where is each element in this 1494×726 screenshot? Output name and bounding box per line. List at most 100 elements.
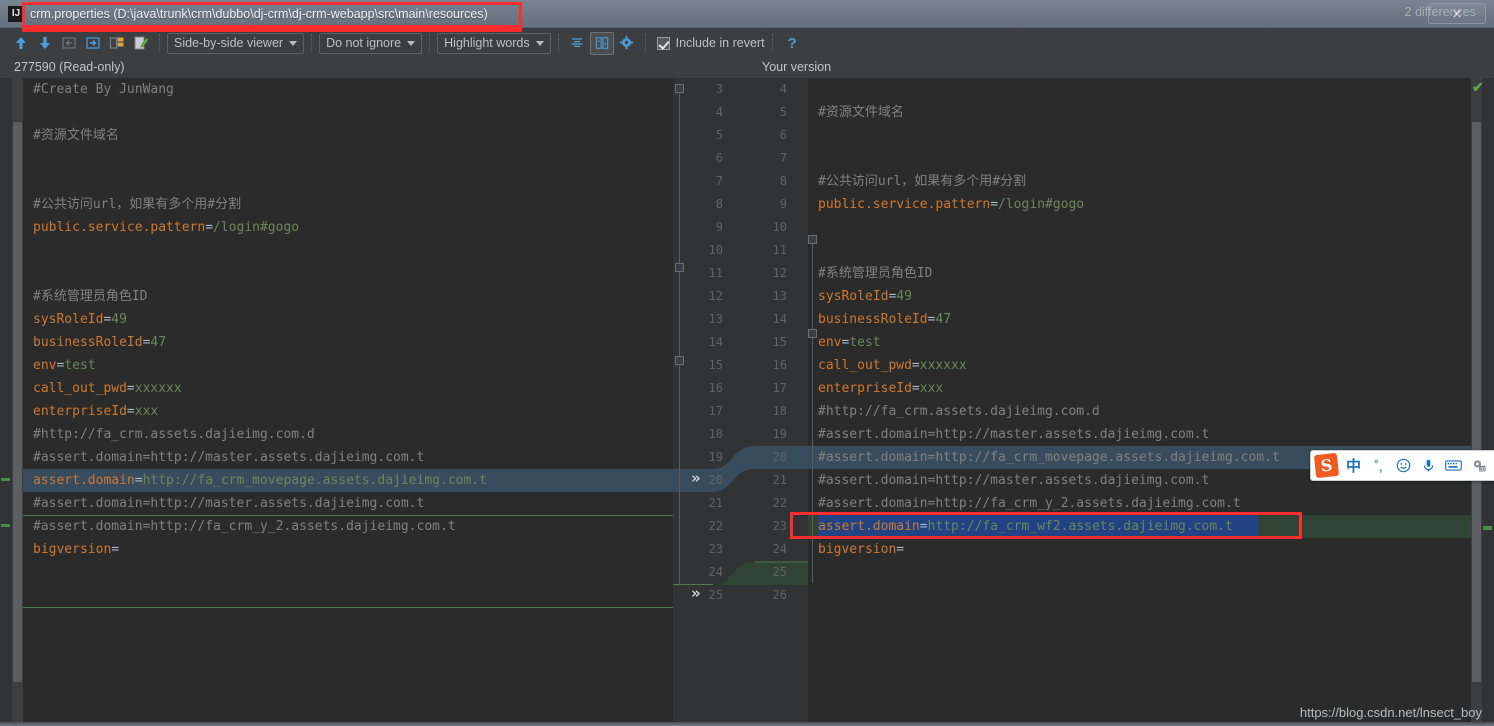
code-token: http://fa_crm_wf2.assets.dajieimg.com.t [927, 519, 1233, 534]
toolbar-separator [644, 34, 646, 52]
code-line: #系统管理员角色ID [23, 285, 147, 308]
collapse-unchanged-icon[interactable] [566, 32, 588, 54]
toolbar-separator [429, 34, 431, 52]
code-line: enterpriseId=xxx [23, 400, 158, 423]
code-token: test [849, 335, 881, 350]
right-line-number: 12 [772, 266, 787, 280]
code-line: sysRoleId=49 [808, 285, 912, 308]
edit-source-icon[interactable] [130, 32, 152, 54]
next-difference-icon[interactable] [34, 32, 56, 54]
right-line-number: 26 [772, 588, 787, 602]
code-token: #http://fa_crm.assets.dajieimg.com.d [33, 427, 315, 442]
right-line-number: 19 [772, 427, 787, 441]
ignore-policy-dropdown[interactable]: Do not ignore [319, 32, 423, 54]
fold-region-line [812, 338, 813, 583]
right-marker-stripe[interactable] [1482, 78, 1494, 726]
code-line: businessRoleId=47 [23, 331, 166, 354]
emoji-icon[interactable] [1394, 455, 1413, 477]
code-line: #资源文件域名 [23, 124, 119, 147]
viewer-mode-dropdown[interactable]: Side-by-side viewer [167, 32, 305, 54]
left-line-number: 4 [715, 105, 723, 119]
diff-gutter[interactable]: 3 4 5 6 7 8 9 10 11 12 13 14 15 16 17 18 19 20 21 22 23 24 25 4… [673, 78, 808, 726]
code-token: businessRoleId [818, 312, 928, 327]
code-line: #assert.domain=http://master.assets.daji… [23, 446, 424, 469]
code-token: #assert.domain=http://master.assets.daji… [33, 496, 425, 511]
help-icon[interactable]: ? [788, 35, 797, 52]
toolbar-separator [159, 34, 160, 52]
right-line-number: 16 [772, 358, 787, 372]
settings-gear-icon[interactable] [616, 32, 638, 54]
fold-region-line [679, 93, 680, 263]
highlight-policy-label: Highlight words [444, 36, 530, 50]
left-editor-pane[interactable]: #Create By JunWang #资源文件域名 #公共访问url，如果有多个用… [23, 78, 673, 726]
code-token: env [818, 335, 842, 350]
left-line-number: 16 [708, 381, 723, 395]
code-token: assert.domain [33, 473, 135, 488]
code-token: #http://fa_crm.assets.dajieimg.com.d [818, 404, 1100, 419]
code-token: businessRoleId [33, 335, 143, 350]
code-line: assert.domain=http://fa_crm_wf2.assets.d… [808, 515, 1233, 538]
left-line-number: 19 [708, 450, 723, 464]
previous-difference-icon[interactable] [10, 32, 32, 54]
fold-marker-icon[interactable] [675, 84, 684, 93]
fold-marker-icon[interactable] [675, 263, 684, 272]
compare-files-icon[interactable] [106, 32, 128, 54]
code-token: #assert.domain=http://fa_crm_y_2.assets.… [33, 519, 456, 534]
left-scrollbar-thumb[interactable] [13, 122, 22, 682]
window-bottom-edge [0, 722, 1494, 726]
watermark-text: https://blog.csdn.net/lnsect_boy [1299, 705, 1482, 720]
sogou-logo-icon[interactable]: S [1313, 452, 1340, 479]
apply-right-icon[interactable] [82, 32, 104, 54]
include-in-revert-checkbox[interactable]: Include in revert [656, 36, 765, 50]
code-line: businessRoleId=47 [808, 308, 951, 331]
include-in-revert-label: Include in revert [675, 36, 765, 50]
accept-change-chevron[interactable]: » [691, 584, 701, 602]
synchronize-scrolling-icon[interactable] [589, 31, 614, 55]
accept-change-chevron[interactable]: » [691, 469, 701, 487]
code-token: = [126, 381, 135, 396]
code-token: 47 [150, 335, 167, 350]
voice-input-icon[interactable] [1419, 455, 1438, 477]
right-scrollbar-thumb[interactable] [1472, 122, 1481, 682]
punctuation-toggle[interactable]: ˚, [1369, 455, 1388, 477]
left-line-number: 10 [708, 243, 723, 257]
left-scrollbar[interactable] [12, 78, 23, 726]
left-line-number: 24 [708, 565, 723, 579]
right-inspection-ok-icon: ✔ [1472, 79, 1484, 95]
chevron-down-icon [535, 40, 544, 46]
toolbar-separator [557, 34, 559, 52]
right-scrollbar[interactable] [1471, 78, 1482, 726]
right-line-number: 14 [772, 312, 787, 326]
code-token: #assert.domain=http://master.assets.daji… [818, 427, 1210, 442]
right-line-number: 17 [772, 381, 787, 395]
fold-marker-icon[interactable] [808, 235, 817, 244]
toolbox-icon[interactable]: 17 [1469, 455, 1488, 477]
code-token: #系统管理员角色ID [33, 289, 148, 304]
code-line: #资源文件域名 [808, 101, 904, 124]
right-editor-pane[interactable]: #资源文件域名 #公共访问url，如果有多个用#分割 public.service.… [808, 78, 1471, 726]
viewer-mode-label: Side-by-side viewer [174, 36, 284, 50]
code-token: xxx [134, 404, 159, 419]
code-token: xxxxxx [134, 381, 182, 396]
chinese-mode-toggle[interactable]: 中 [1344, 455, 1363, 477]
apply-left-icon[interactable] [58, 32, 80, 54]
code-token: = [911, 381, 920, 396]
code-line: sysRoleId=49 [23, 308, 127, 331]
right-line-number: 20 [772, 450, 787, 464]
right-line-number: 8 [779, 174, 787, 188]
differences-count: 2 differences [1404, 5, 1476, 19]
fold-marker-icon[interactable] [675, 356, 684, 365]
left-marker-stripe[interactable] [0, 78, 12, 726]
diff-window: IJ crm.properties (D:\java\trunk\crm\dub… [0, 0, 1494, 726]
left-pane-title: 277590 (Read-only) [14, 60, 125, 74]
pane-headers: 277590 (Read-only) Your version [0, 58, 1494, 78]
code-line: env=test [808, 331, 881, 354]
fold-marker-icon[interactable] [808, 329, 817, 338]
code-token: sysRoleId [33, 312, 104, 327]
highlight-policy-dropdown[interactable]: Highlight words [437, 32, 551, 54]
code-line: enterpriseId=xxx [808, 377, 943, 400]
soft-keyboard-icon[interactable] [1444, 455, 1463, 477]
code-token: 47 [935, 312, 952, 327]
